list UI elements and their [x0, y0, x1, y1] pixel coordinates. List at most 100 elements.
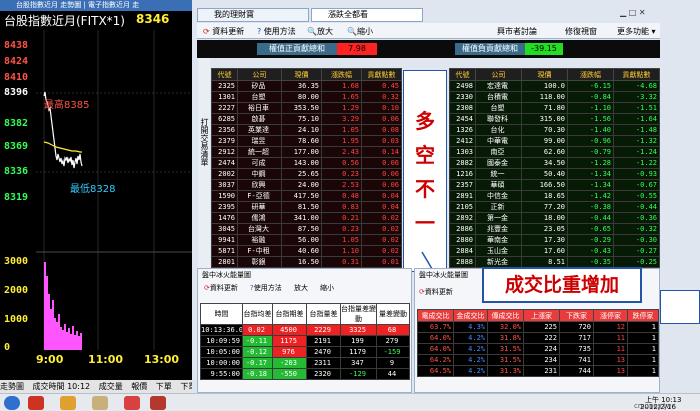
refresh-button[interactable]: ⟳ 資料更新 [203, 26, 244, 37]
table-row[interactable]: 2801 彰銀 16.50 0.31 0.01 [211, 256, 402, 268]
tab-order-2[interactable]: 下單 [180, 382, 192, 391]
col-diff-change[interactable]: 量差變動 [376, 303, 410, 325]
col-change[interactable]: 漲跌幅 [321, 68, 362, 81]
tab-gainers-losers[interactable]: 漲跌全都看 [311, 8, 423, 22]
table-row[interactable]: 2395 研華 81.50 0.83 0.04 [211, 201, 402, 213]
col-change[interactable]: 漲跌幅 [567, 68, 614, 81]
col-company[interactable]: 公司 [475, 68, 522, 81]
col-up-count[interactable]: 上漲家 [523, 309, 560, 322]
refresh-button[interactable]: ⟳資料更新 [419, 287, 453, 297]
table-row[interactable]: 1216 統一 50.40 -1.34 -0.93 [449, 168, 660, 180]
col-code[interactable]: 代號 [449, 68, 476, 81]
table-row[interactable]: 9:55:00 -0.18 -550 2320 -129 44 [200, 368, 410, 380]
table-row[interactable]: 2308 台塑 71.80 -1.10 -1.51 [449, 102, 660, 114]
table-row[interactable]: 2330 台積電 118.00 -0.84 -3.32 [449, 91, 660, 103]
table-row[interactable]: 2105 正新 77.20 -0.38 -0.44 [449, 201, 660, 213]
table-row[interactable]: 2498 宏達電 100.0 -6.15 -4.68 [449, 80, 660, 92]
col-limit-up[interactable]: 漲停家 [593, 309, 628, 322]
tab-trend[interactable]: 走勢圖 [0, 382, 24, 391]
table-row[interactable]: 2356 英業達 24.10 1.05 0.08 [211, 124, 402, 136]
table-row[interactable]: 1326 台化 70.30 -1.40 -1.48 [449, 124, 660, 136]
table-row[interactable]: 3045 台灣大 87.50 0.23 0.02 [211, 223, 402, 235]
zoom-in-button[interactable]: 放大 [294, 283, 308, 293]
table-row[interactable]: 2454 聯發科 315.00 -1.56 -1.64 [449, 113, 660, 125]
app-icon[interactable] [28, 396, 44, 410]
app-icon[interactable] [150, 396, 166, 410]
col-time[interactable]: 時間 [200, 303, 243, 325]
help-button[interactable]: ?使用方法 [250, 283, 282, 293]
table-cell: 1179 [340, 346, 377, 358]
table-row[interactable]: 6285 啟碁 75.10 3.29 0.06 [211, 113, 402, 125]
col-volume-diff-change[interactable]: 台指量差變動 [340, 303, 377, 325]
zoom-in-button[interactable]: 🔍放大 [307, 26, 333, 37]
table-cell: 11 [593, 343, 628, 355]
table-row[interactable]: 1590 F-亞德 417.50 0.48 0.04 [211, 190, 402, 202]
table-row[interactable]: 2379 瑞昱 78.60 1.95 0.03 [211, 135, 402, 147]
tab-order[interactable]: 下單 [156, 382, 172, 391]
table-row[interactable]: 2886 兆豐金 23.05 -0.65 -0.32 [449, 223, 660, 235]
table-row[interactable]: 1303 南亞 62.60 -0.79 -1.24 [449, 146, 660, 158]
col-price[interactable]: 現價 [281, 68, 322, 81]
col-volume-diff[interactable]: 台指量差 [306, 303, 341, 325]
col-trad-ratio[interactable]: 傳成交比 [487, 309, 524, 322]
more-functions-button[interactable]: 更多功能 ▾ [617, 26, 656, 37]
table-row[interactable]: 2891 中信金 18.65 -1.42 -0.55 [449, 190, 660, 202]
col-price[interactable]: 現價 [521, 68, 568, 81]
table-row[interactable]: 2002 中鋼 25.65 0.23 0.06 [211, 168, 402, 180]
col-company[interactable]: 公司 [237, 68, 282, 81]
maximize-icon[interactable]: □ [629, 8, 637, 17]
app-icon[interactable] [60, 396, 76, 410]
chart-window-tabs[interactable]: 台股指數近月 走勢圖 | 電子指數近月 走 [0, 0, 192, 11]
table-row[interactable]: 2912 統一超 177.00 2.43 0.14 [211, 146, 402, 158]
table-row[interactable]: 2882 國泰金 34.50 -1.28 -1.22 [449, 157, 660, 169]
zoom-out-button[interactable]: 🔍縮小 [347, 26, 373, 37]
table-cell: 中信金 [475, 190, 522, 202]
table-row[interactable]: 2892 第一金 18.00 -0.44 -0.36 [449, 212, 660, 224]
table-row[interactable]: 2884 玉山金 17.60 -0.43 -0.27 [449, 245, 660, 257]
refresh-button[interactable]: ⟳資料更新 [204, 283, 238, 293]
help-button[interactable]: ? 使用方法 [257, 26, 296, 37]
table-row[interactable]: 2888 新光金 8.51 -0.35 -0.25 [449, 256, 660, 268]
table-row[interactable]: 2474 可成 143.00 0.56 0.06 [211, 157, 402, 169]
table-row[interactable]: 2325 矽品 36.35 1.68 0.45 [211, 80, 402, 92]
discuss-button[interactable]: 興市者討論 [497, 26, 537, 37]
table-row[interactable]: 10:00:00 -0.17 -203 2311 347 9 [200, 357, 410, 369]
table-row[interactable]: 64.5% 4.2% 31.3% 231 744 13 1 [417, 365, 659, 377]
col-contribution[interactable]: 貢獻點數 [361, 68, 402, 81]
tab-my-finance[interactable]: 我的理財寶 [197, 8, 309, 22]
trade-list-side-tab[interactable]: 打開交易清單 [198, 58, 210, 270]
table-row[interactable]: 1476 儒鴻 341.00 0.21 0.02 [211, 212, 402, 224]
table-row[interactable]: 3037 欣興 24.00 2.53 0.06 [211, 179, 402, 191]
table-row[interactable]: 10:13:36.070.0245002229332568 [200, 324, 410, 336]
col-futures-diff[interactable]: 台指期差 [272, 303, 307, 325]
col-code[interactable]: 代號 [211, 68, 238, 81]
table-row[interactable]: 64.0% 4.2% 31.8% 222 717 11 1 [417, 332, 659, 344]
table-row[interactable]: 10:09:59 -0.11 1175 2191 199 279 [200, 335, 410, 347]
fix-window-button[interactable]: 修復視窗 [565, 26, 597, 37]
col-down-count[interactable]: 下跌家 [559, 309, 594, 322]
tab-quote[interactable]: 報價 [131, 382, 147, 391]
close-icon[interactable]: ✕ [639, 8, 646, 17]
table-row[interactable]: 64.0% 4.2% 31.5% 224 735 11 1 [417, 343, 659, 355]
table-row[interactable]: 2227 裕日車 353.50 1.29 0.10 [211, 102, 402, 114]
tab-volume[interactable]: 成交量 [99, 382, 123, 391]
table-row[interactable]: 1301 台塑 80.00 1.65 0.32 [211, 91, 402, 103]
zoom-out-button[interactable]: 縮小 [320, 283, 334, 293]
app-icon[interactable] [92, 396, 108, 410]
table-row[interactable]: 63.7% 4.3% 32.0% 225 720 12 1 [417, 321, 659, 333]
col-contribution[interactable]: 貢獻點數 [613, 68, 660, 81]
col-limit-down[interactable]: 跌停家 [627, 309, 659, 322]
minimize-icon[interactable]: ▁ [620, 8, 626, 17]
app-icon[interactable] [124, 396, 140, 410]
col-fin-ratio[interactable]: 金成交比 [453, 309, 488, 322]
table-row[interactable]: 2880 華南金 17.30 -0.29 -0.30 [449, 234, 660, 246]
col-elec-ratio[interactable]: 電成交比 [417, 309, 454, 322]
table-row[interactable]: 2357 華碩 166.50 -1.34 -0.67 [449, 179, 660, 191]
table-row[interactable]: 9941 裕融 56.00 1.05 0.02 [211, 234, 402, 246]
table-row[interactable]: 5871 F-中租 40.60 1.10 0.02 [211, 245, 402, 257]
table-row[interactable]: 10:05:00 -0.12 976 2470 1179 -159 [200, 346, 410, 358]
col-avg-diff[interactable]: 台指均差 [242, 303, 273, 325]
table-row[interactable]: 2412 中華電 99.00 -0.96 -1.32 [449, 135, 660, 147]
table-row[interactable]: 64.2% 4.2% 31.5% 234 741 13 1 [417, 354, 659, 366]
start-icon[interactable] [4, 396, 20, 410]
